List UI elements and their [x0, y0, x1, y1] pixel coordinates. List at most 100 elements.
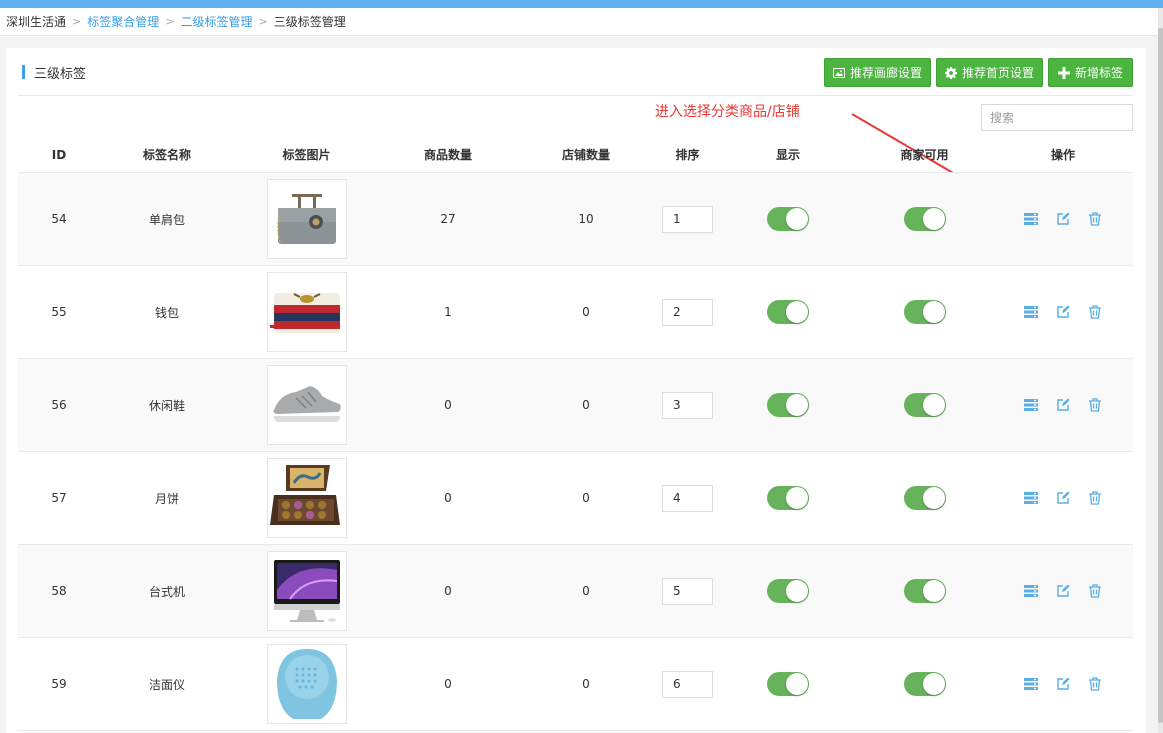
- merchant-available-toggle[interactable]: [903, 579, 946, 603]
- edit-button[interactable]: [1055, 304, 1072, 321]
- delete-button[interactable]: [1087, 304, 1104, 321]
- edit-button[interactable]: [1055, 490, 1072, 507]
- row-actions: [1023, 397, 1104, 414]
- breadcrumb-separator-icon: >: [165, 15, 175, 28]
- row-actions: [1023, 211, 1104, 228]
- search-input[interactable]: [981, 104, 1133, 131]
- cell-goods-count: 0: [444, 677, 452, 691]
- cell-id: 59: [51, 677, 67, 691]
- edit-button[interactable]: [1055, 676, 1072, 693]
- trash-icon: [1088, 305, 1102, 319]
- merchant-available-toggle[interactable]: [903, 672, 946, 696]
- toggle-knob: [922, 580, 945, 602]
- product-list-button[interactable]: [1023, 583, 1040, 600]
- add-tag-label: 新增标签: [1074, 66, 1123, 80]
- header-actions: 操作: [1050, 148, 1075, 162]
- merchant-available-toggle[interactable]: [903, 486, 946, 510]
- toggle-knob: [922, 394, 945, 416]
- toggle-knob: [786, 580, 808, 602]
- cell-show: [720, 359, 856, 451]
- show-toggle[interactable]: [767, 300, 809, 324]
- cell-image: [234, 638, 379, 730]
- cell-goods-count: 0: [444, 491, 452, 505]
- product-list-button[interactable]: [1023, 676, 1040, 693]
- show-toggle[interactable]: [767, 393, 809, 417]
- cell-actions: [993, 359, 1133, 451]
- list-icon: [1024, 584, 1038, 598]
- table-row: 55 钱包 1 0: [18, 266, 1133, 359]
- breadcrumb-item-tag-aggregation[interactable]: 标签聚合管理: [87, 13, 159, 30]
- cell-image: [234, 545, 379, 637]
- add-tag-button[interactable]: 新增标签: [1048, 58, 1133, 87]
- edit-button[interactable]: [1055, 397, 1072, 414]
- delete-button[interactable]: [1087, 490, 1104, 507]
- tag-thumbnail[interactable]: [266, 551, 347, 631]
- table-header: ID 标签名称 标签图片 商品数量 店铺数量 排序 显示 商家可用 操作: [18, 137, 1133, 173]
- row-actions: [1023, 583, 1104, 600]
- delete-button[interactable]: [1087, 676, 1104, 693]
- cell-show: [720, 266, 856, 358]
- cell-image: [234, 266, 379, 358]
- header-name: 标签名称: [142, 148, 191, 162]
- sort-order-input[interactable]: [662, 670, 713, 698]
- toggle-knob: [786, 487, 808, 509]
- sort-order-input[interactable]: [662, 391, 713, 419]
- product-list-button[interactable]: [1023, 490, 1040, 507]
- show-toggle[interactable]: [767, 486, 809, 510]
- tag-thumbnail[interactable]: [266, 179, 347, 259]
- toggle-knob: [786, 673, 808, 695]
- tag-thumbnail[interactable]: [266, 644, 347, 724]
- scrollbar-thumb[interactable]: [1158, 28, 1163, 723]
- list-icon: [1024, 398, 1038, 412]
- sort-order-input[interactable]: [662, 577, 713, 605]
- delete-button[interactable]: [1087, 397, 1104, 414]
- mooncake-box-image: [269, 461, 344, 535]
- plus-icon: [1057, 66, 1070, 79]
- edit-icon: [1056, 398, 1070, 412]
- product-list-button[interactable]: [1023, 397, 1040, 414]
- cell-name: 单肩包: [148, 212, 185, 227]
- row-actions: [1023, 490, 1104, 507]
- table-row: 54 单肩包 27 10: [18, 173, 1133, 266]
- merchant-available-toggle[interactable]: [903, 207, 946, 231]
- product-list-button[interactable]: [1023, 211, 1040, 228]
- merchant-available-toggle[interactable]: [903, 393, 946, 417]
- cell-id: 57: [51, 491, 67, 505]
- delete-button[interactable]: [1087, 583, 1104, 600]
- homepage-recommend-button[interactable]: 推荐首页设置: [936, 58, 1043, 87]
- list-icon: [1024, 212, 1038, 226]
- sort-order-input[interactable]: [662, 205, 713, 233]
- show-toggle[interactable]: [767, 579, 809, 603]
- breadcrumb-item-current: 三级标签管理: [273, 15, 346, 29]
- delete-button[interactable]: [1087, 211, 1104, 228]
- top-accent-bar: [0, 0, 1163, 8]
- sort-order-input[interactable]: [662, 484, 713, 512]
- edit-button[interactable]: [1055, 583, 1072, 600]
- gallery-recommend-button[interactable]: 推荐画廊设置: [824, 58, 931, 87]
- show-toggle[interactable]: [767, 672, 809, 696]
- cell-merchant-available: [856, 638, 993, 730]
- breadcrumb-item-level2-tags[interactable]: 二级标签管理: [180, 13, 252, 30]
- cell-show: [720, 173, 856, 265]
- cell-shop-count: 0: [582, 491, 590, 505]
- merchant-available-toggle[interactable]: [903, 300, 946, 324]
- tag-thumbnail[interactable]: [266, 458, 347, 538]
- tag-thumbnail[interactable]: [266, 365, 347, 445]
- trash-icon: [1088, 584, 1102, 598]
- table-body: 54单肩包271055钱包1056休闲鞋0057月饼0058台式机0059洁面仪…: [18, 173, 1133, 731]
- tag-thumbnail[interactable]: [266, 272, 347, 352]
- cell-goods-count: 27: [440, 212, 456, 226]
- breadcrumb: 深圳生活通 > 标签聚合管理 > 二级标签管理 > 三级标签管理: [0, 8, 1158, 36]
- edit-button[interactable]: [1055, 211, 1072, 228]
- header-goods-count: 商品数量: [423, 148, 472, 162]
- edit-icon: [1056, 491, 1070, 505]
- show-toggle[interactable]: [767, 207, 809, 231]
- product-list-button[interactable]: [1023, 304, 1040, 321]
- cell-merchant-available: [856, 266, 993, 358]
- cell-shop-count: 0: [582, 584, 590, 598]
- sort-order-input[interactable]: [662, 298, 713, 326]
- toggle-knob: [922, 673, 945, 695]
- sneaker-image: [269, 368, 344, 442]
- homepage-recommend-label: 推荐首页设置: [961, 66, 1034, 80]
- list-icon: [1024, 677, 1038, 691]
